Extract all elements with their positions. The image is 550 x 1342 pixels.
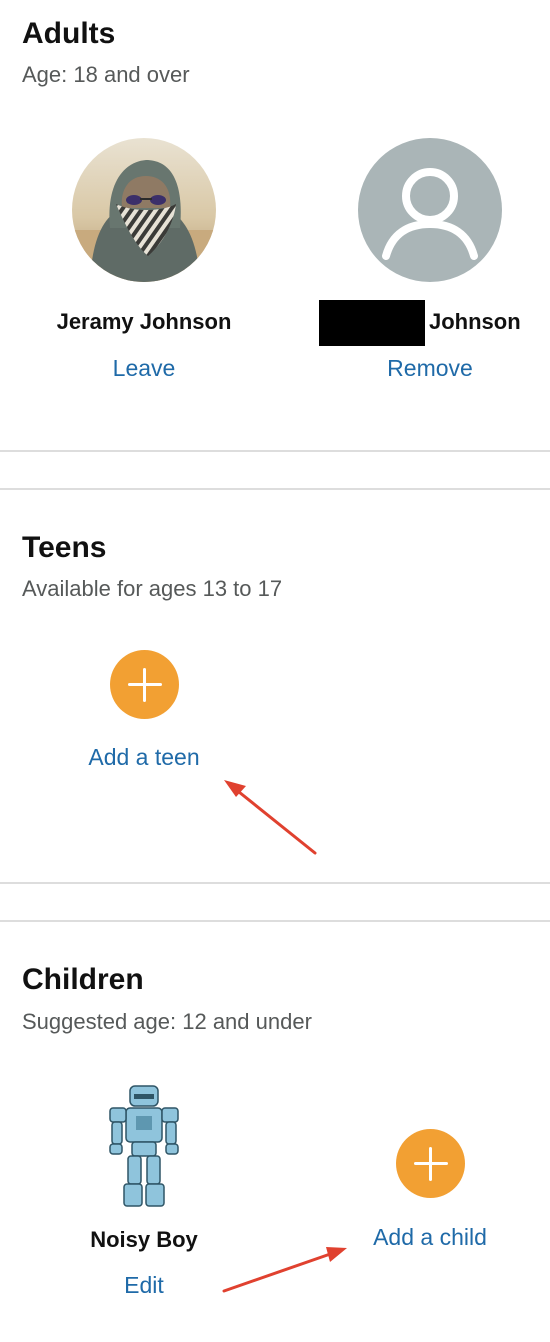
leave-link[interactable]: Leave (24, 354, 264, 382)
children-subtitle: Suggested age: 12 and under (22, 1009, 312, 1034)
red-arrowhead-add-teen (224, 780, 246, 797)
section-divider (0, 488, 550, 490)
robot-avatar-image (109, 1085, 179, 1207)
add-child-link[interactable]: Add a child (340, 1223, 520, 1251)
add-teen-link[interactable]: Add a teen (24, 743, 264, 771)
section-divider (0, 450, 550, 452)
avatar-noisy-boy[interactable] (104, 1082, 184, 1210)
member-name-jeramy-johnson: Jeramy Johnson (56, 309, 232, 334)
children-title: Children (22, 963, 144, 996)
teens-subtitle: Available for ages 13 to 17 (22, 576, 283, 601)
avatar-placeholder[interactable] (358, 138, 502, 282)
member-name-noisy-boy: Noisy Boy (90, 1227, 198, 1252)
adults-subtitle: Age: 18 and over (22, 62, 190, 87)
section-divider (0, 920, 550, 922)
edit-link[interactable]: Edit (24, 1271, 264, 1299)
section-divider (0, 882, 550, 884)
profile-photo (72, 138, 216, 282)
add-teen-plus-icon[interactable] (110, 650, 179, 719)
redacted-first-name (319, 300, 425, 346)
person-silhouette-icon (382, 168, 478, 260)
remove-link[interactable]: Remove (340, 354, 520, 382)
member-name-johnson: Johnson (429, 309, 521, 334)
red-arrow-to-add-teen (232, 786, 317, 855)
teens-title: Teens (22, 531, 107, 564)
avatar-jeramy-johnson[interactable] (72, 138, 216, 282)
add-child-plus-icon[interactable] (396, 1129, 465, 1198)
adults-title: Adults (22, 17, 116, 50)
